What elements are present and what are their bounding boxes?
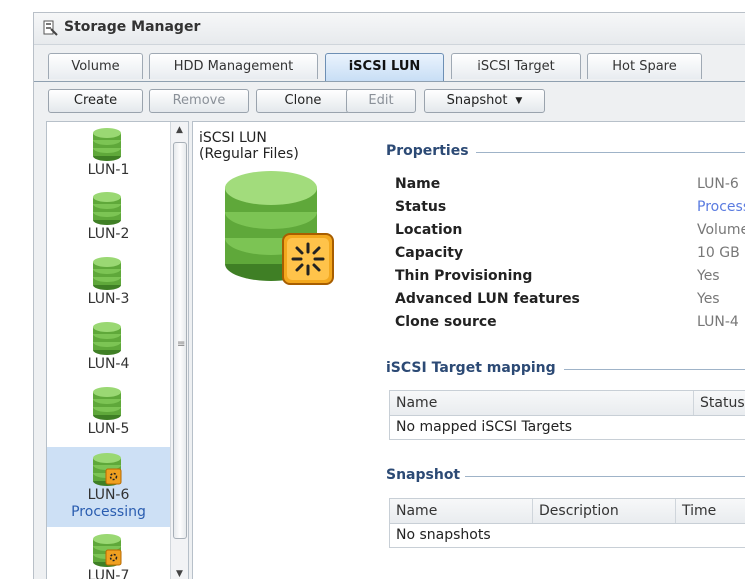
section-divider (564, 369, 745, 370)
storage-manager-icon (43, 20, 58, 36)
target-mapping-grid: Name Status No mapped iSCSI Targets (389, 390, 745, 440)
tab-hdd-management[interactable]: HDD Management (149, 53, 318, 79)
column-header-name[interactable]: Name (390, 391, 694, 415)
lun-processing-icon (93, 453, 122, 486)
prop-label-location: Location (395, 222, 463, 238)
lun-list-item[interactable]: LUN-7 (47, 528, 170, 579)
tab-bar: Volume HDD Management iSCSI LUN iSCSI Ta… (34, 53, 745, 82)
prop-value-advanced-lun-features: Yes (697, 291, 720, 307)
lun-list: LUN-1 LUN-2 LUN-3 LUN-4 LUN-5 LUN-6 Proc… (46, 121, 189, 579)
clone-button[interactable]: Clone (256, 89, 350, 113)
lun-processing-large-icon (225, 171, 334, 285)
edit-button[interactable]: Edit (346, 89, 416, 113)
prop-label-advanced-lun-features: Advanced LUN features (395, 291, 580, 307)
lun-list-item[interactable]: LUN-5 (47, 381, 170, 445)
lun-item-label: LUN-3 (87, 291, 130, 307)
lun-list-scrollbar[interactable]: ▲ ≡ ▼ (170, 122, 188, 579)
grid-header: Name Status (390, 391, 745, 416)
lun-database-icon (93, 322, 121, 355)
scroll-up-arrow-icon[interactable]: ▲ (171, 122, 188, 138)
remove-button[interactable]: Remove (149, 89, 249, 113)
lun-database-icon (93, 128, 121, 161)
column-header-description[interactable]: Description (533, 499, 676, 523)
prop-value-name: LUN-6 (697, 176, 739, 192)
tab-iscsi-lun[interactable]: iSCSI LUN (325, 53, 444, 81)
grid-header: Name Description Time (390, 499, 745, 524)
scroll-down-arrow-icon[interactable]: ▼ (171, 566, 188, 579)
target-mapping-section-title: iSCSI Target mapping (386, 360, 556, 376)
prop-value-thin-provisioning: Yes (697, 268, 720, 284)
title-bar: Storage Manager (34, 13, 745, 45)
snapshot-button-label: Snapshot (446, 93, 508, 108)
prop-label-capacity: Capacity (395, 245, 464, 261)
snapshot-dropdown-button[interactable]: Snapshot ▼ (424, 89, 545, 113)
lun-detail-panel: iSCSI LUN (Regular Files) Properties Nam… (192, 121, 745, 579)
section-divider (465, 476, 745, 477)
empty-grid-message: No mapped iSCSI Targets (390, 416, 745, 439)
create-button[interactable]: Create (48, 89, 143, 113)
prop-label-status: Status (395, 199, 447, 215)
prop-value-clone-source: LUN-4 (697, 314, 739, 330)
lun-type-line2: (Regular Files) (199, 146, 299, 162)
tab-volume[interactable]: Volume (48, 53, 143, 79)
lun-list-item[interactable]: LUN-4 (47, 316, 170, 380)
lun-type-line1: iSCSI LUN (199, 130, 267, 146)
lun-database-icon (93, 257, 121, 290)
storage-manager-window: Storage Manager Volume HDD Management iS… (33, 12, 745, 579)
snapshot-section-title: Snapshot (386, 467, 461, 483)
column-header-time[interactable]: Time (676, 499, 745, 523)
lun-list-item[interactable]: LUN-3 (47, 251, 170, 315)
window-title: Storage Manager (64, 19, 201, 35)
lun-processing-icon (93, 534, 122, 567)
prop-label-clone-source: Clone source (395, 314, 497, 330)
lun-item-label: LUN-1 (87, 162, 130, 178)
lun-item-status: Processing (71, 504, 146, 520)
lun-item-label: LUN-7 (87, 568, 130, 579)
prop-label-name: Name (395, 176, 441, 192)
scrollbar-thumb[interactable]: ≡ (173, 142, 187, 539)
lun-list-item[interactable]: LUN-1 (47, 122, 170, 186)
prop-value-capacity: 10 GB (697, 245, 740, 261)
lun-item-label: LUN-5 (87, 421, 130, 437)
lun-list-item[interactable]: LUN-2 (47, 186, 170, 250)
lun-item-label: LUN-2 (87, 226, 130, 242)
empty-grid-message: No snapshots (390, 524, 745, 547)
tab-iscsi-target[interactable]: iSCSI Target (451, 53, 581, 79)
chevron-down-icon: ▼ (515, 96, 523, 106)
lun-list-item-selected[interactable]: LUN-6 Processing (47, 447, 170, 527)
snapshot-grid: Name Description Time No snapshots (389, 498, 745, 548)
properties-section-title: Properties (386, 143, 469, 159)
prop-value-location: Volume 1 (697, 222, 745, 238)
lun-database-icon (93, 192, 121, 225)
section-divider (476, 152, 745, 153)
lun-item-label: LUN-4 (87, 356, 130, 372)
prop-value-status[interactable]: Processing (697, 199, 745, 215)
column-header-name[interactable]: Name (390, 499, 533, 523)
prop-label-thin-provisioning: Thin Provisioning (395, 268, 533, 284)
column-header-status[interactable]: Status (694, 391, 745, 415)
lun-type-label: iSCSI LUN (Regular Files) (199, 130, 299, 162)
lun-item-label: LUN-6 (87, 487, 130, 503)
toolbar: Create Remove Clone Edit Snapshot ▼ (34, 86, 745, 116)
grip-icon: ≡ (177, 339, 186, 350)
tab-hot-spare[interactable]: Hot Spare (587, 53, 702, 79)
lun-database-icon (93, 387, 121, 420)
